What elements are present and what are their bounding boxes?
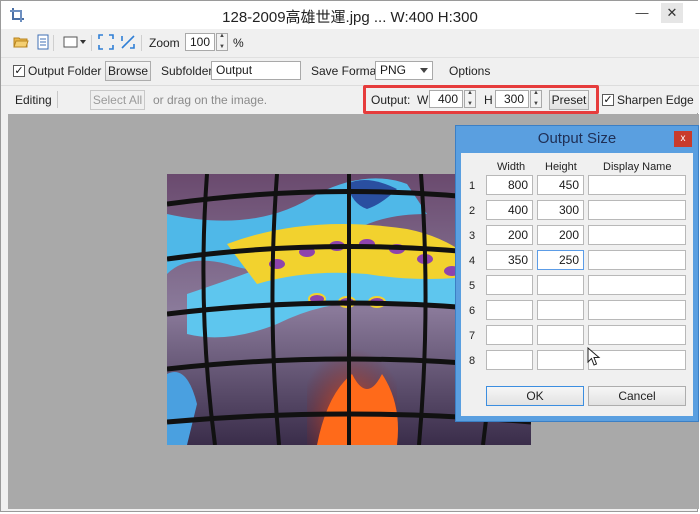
height-cell[interactable]: 250: [537, 250, 584, 270]
height-cell[interactable]: [537, 275, 584, 295]
save-format-value: PNG: [380, 63, 407, 77]
display-name-cell[interactable]: [588, 275, 686, 295]
window-title: 128-2009高雄世運.jpg ... W:400 H:300: [222, 9, 478, 26]
sharpen-edge-checkbox[interactable]: ✓: [602, 94, 614, 106]
output-folder-label: Output Folder: [28, 64, 102, 78]
browse-button[interactable]: Browse: [105, 61, 151, 81]
minimize-button[interactable]: —: [631, 3, 653, 23]
display-name-cell[interactable]: [588, 225, 686, 245]
width-cell[interactable]: 350: [486, 250, 533, 270]
close-window-button[interactable]: ✕: [661, 3, 683, 23]
row-number: 6: [469, 305, 476, 317]
title-bar: 128-2009高雄世運.jpg ... W:400 H:300 — ✕: [1, 1, 699, 29]
subfolder-label: Subfolder: [161, 64, 213, 78]
sharpen-edge-label: Sharpen Edge: [617, 93, 694, 107]
zoom-spinner[interactable]: [216, 33, 228, 51]
output-folder-checkbox[interactable]: ✓: [13, 65, 25, 77]
row-number: 7: [469, 330, 476, 342]
width-cell[interactable]: 800: [486, 175, 533, 195]
width-cell[interactable]: [486, 275, 533, 295]
width-header: Width: [497, 161, 526, 173]
toolbar-divider: [57, 91, 58, 108]
height-cell[interactable]: [537, 350, 584, 370]
zoom-input[interactable]: 100: [185, 33, 215, 51]
app-window: 128-2009高雄世運.jpg ... W:400 H:300 — ✕ Zoo…: [0, 0, 699, 512]
display-name-cell[interactable]: [588, 250, 686, 270]
subfolder-input[interactable]: Output: [211, 61, 301, 80]
height-header: Height: [545, 161, 577, 173]
actual-size-icon[interactable]: [120, 34, 136, 50]
row-number: 4: [469, 255, 476, 267]
select-all-button[interactable]: Select All: [90, 90, 145, 110]
row-number: 3: [469, 230, 476, 242]
chevron-down-icon: [420, 68, 428, 73]
height-cell[interactable]: [537, 325, 584, 345]
display-name-cell[interactable]: [588, 175, 686, 195]
options-button[interactable]: Options: [449, 64, 490, 78]
display-name-cell[interactable]: [588, 350, 686, 370]
display-name-cell[interactable]: [588, 300, 686, 320]
width-cell[interactable]: 400: [486, 200, 533, 220]
zoom-unit-label: %: [233, 36, 244, 50]
drag-hint-text: or drag on the image.: [153, 93, 268, 107]
output-toolbar: ✓ Output Folder Browse Subfolder Output …: [1, 58, 699, 86]
toolbar-divider: [53, 35, 54, 51]
width-cell[interactable]: [486, 350, 533, 370]
display-name-cell[interactable]: [588, 325, 686, 345]
save-format-select[interactable]: PNG: [375, 61, 433, 80]
dialog-close-button[interactable]: x: [674, 131, 692, 147]
main-toolbar: Zoom 100 %: [1, 29, 699, 58]
output-size-dialog: Output Size x Width Height Display Name …: [455, 125, 699, 422]
toolbar-divider: [141, 35, 142, 51]
fit-to-window-icon[interactable]: [98, 34, 114, 50]
output-size-highlight: [363, 85, 599, 114]
open-folder-icon[interactable]: [13, 34, 29, 50]
row-number: 2: [469, 205, 476, 217]
row-number: 1: [469, 180, 476, 192]
toolbar-divider: [91, 35, 92, 51]
height-cell[interactable]: 300: [537, 200, 584, 220]
height-cell[interactable]: 450: [537, 175, 584, 195]
width-cell[interactable]: [486, 300, 533, 320]
frame-dropdown-icon[interactable]: [63, 34, 87, 50]
document-list-icon[interactable]: [35, 34, 51, 50]
dialog-title: Output Size: [537, 130, 617, 147]
height-cell[interactable]: 200: [537, 225, 584, 245]
cancel-button[interactable]: Cancel: [588, 386, 686, 406]
row-number: 8: [469, 355, 476, 367]
mouse-cursor-icon: [587, 347, 601, 366]
zoom-label: Zoom: [149, 36, 180, 50]
dialog-body: Width Height Display Name 1 800 450 2 40…: [461, 153, 693, 416]
display-name-header: Display Name: [603, 161, 672, 173]
width-cell[interactable]: 200: [486, 225, 533, 245]
row-number: 5: [469, 280, 476, 292]
ok-button[interactable]: OK: [486, 386, 584, 406]
width-cell[interactable]: [486, 325, 533, 345]
editing-label: Editing: [15, 93, 52, 107]
height-cell[interactable]: [537, 300, 584, 320]
save-format-label: Save Format: [311, 64, 380, 78]
display-name-cell[interactable]: [588, 200, 686, 220]
